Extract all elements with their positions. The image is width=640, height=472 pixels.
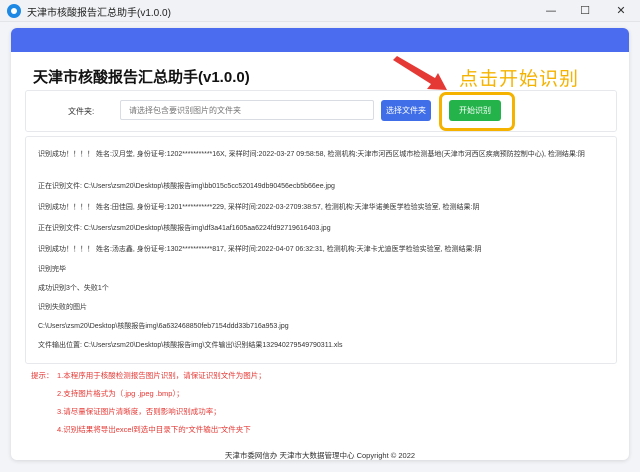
footer-copyright: 天津市委网信办 天津市大数据管理中心 Copyright © 2022 bbox=[224, 451, 416, 460]
log-output-panel[interactable]: 识别成功！！！！ 姓名:汉月堂, 身份证号:1202***********16X… bbox=[25, 136, 617, 364]
tip-item: 1.本程序用于核酸检测报告图片识别，请保证识别文件为图片； bbox=[57, 371, 266, 380]
close-button[interactable]: ✕ bbox=[606, 0, 636, 22]
log-line: C:\Users\zsm20\Desktop\核酸报告img\6a6324688… bbox=[38, 323, 289, 330]
folder-selector-row: 文件夹: 选择文件夹 开始识别 bbox=[25, 90, 617, 132]
title-bar: 天津市核酸报告汇总助手(v1.0.0) — ☐ ✕ bbox=[0, 0, 640, 22]
log-line: 成功识别3个、失败1个 bbox=[38, 285, 109, 292]
folder-label: 文件夹: bbox=[68, 107, 95, 116]
log-line: 正在识别文件: C:\Users\zsm20\Desktop\核酸报告img\d… bbox=[38, 225, 331, 232]
select-folder-button[interactable]: 选择文件夹 bbox=[381, 100, 431, 121]
log-line: 识别完毕 bbox=[38, 266, 66, 273]
page-title: 天津市核酸报告汇总助手(v1.0.0) bbox=[33, 69, 250, 86]
log-line: 识别成功！！！！ 姓名:汉月堂, 身份证号:1202***********16X… bbox=[38, 151, 585, 158]
app-logo-icon bbox=[7, 4, 21, 18]
log-line: 识别成功！！！！ 姓名:汤志鑫, 身份证号:1302***********817… bbox=[38, 246, 482, 253]
header-bar bbox=[11, 28, 629, 52]
log-line: 识别失败的图片 bbox=[38, 304, 87, 311]
start-recognition-button[interactable]: 开始识别 bbox=[449, 100, 501, 121]
main-card: 天津市核酸报告汇总助手(v1.0.0) 点击开始识别 文件夹: 选择文件夹 开始… bbox=[11, 28, 629, 460]
tip-item: 4.识别结果将导出excel到选中目录下的“文件输出”文件夹下 bbox=[57, 425, 251, 434]
minimize-button[interactable]: — bbox=[536, 0, 566, 22]
app-window: 天津市核酸报告汇总助手(v1.0.0) — ☐ ✕ 天津市核酸报告汇总助手(v1… bbox=[0, 0, 640, 472]
folder-path-input[interactable] bbox=[120, 100, 374, 120]
hint-label: 点击开始识别 bbox=[459, 69, 580, 90]
log-line: 正在识别文件: C:\Users\zsm20\Desktop\核酸报告img\b… bbox=[38, 183, 335, 190]
tip-item: 3.请尽量保证图片清晰度，否则影响识别成功率； bbox=[57, 407, 221, 416]
log-line: 识别成功！！！！ 姓名:田佳园, 身份证号:1201***********229… bbox=[38, 204, 480, 211]
maximize-button[interactable]: ☐ bbox=[570, 0, 600, 22]
window-title: 天津市核酸报告汇总助手(v1.0.0) bbox=[27, 8, 171, 19]
tips-label: 提示： bbox=[31, 371, 54, 380]
log-line: 文件输出位置: C:\Users\zsm20\Desktop\核酸报告img\文… bbox=[38, 342, 343, 349]
tip-item: 2.支持图片格式为（.jpg .jpeg .bmp）； bbox=[57, 389, 184, 398]
